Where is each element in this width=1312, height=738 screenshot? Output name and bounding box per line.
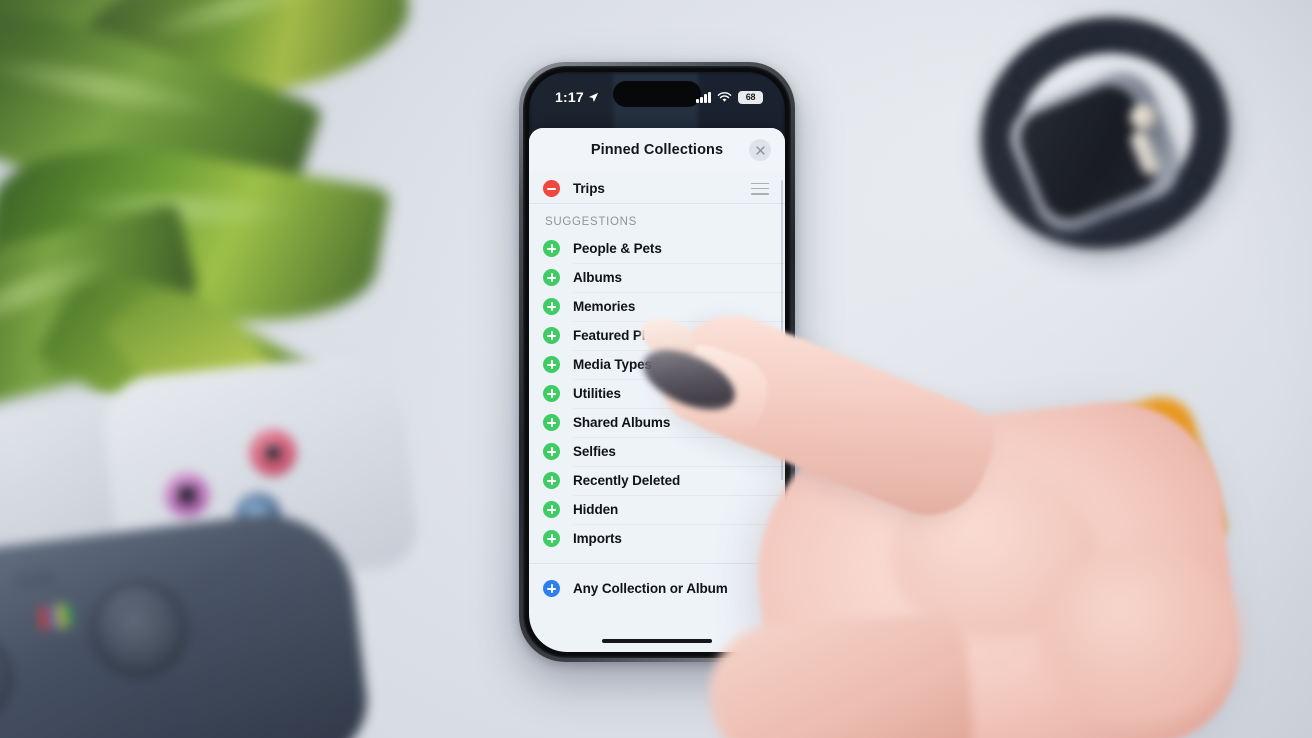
any-collection-row[interactable]: Any Collection or Album bbox=[529, 574, 785, 603]
list-item-label: Shared Albums bbox=[573, 415, 671, 430]
list-item[interactable]: Imports bbox=[529, 524, 785, 553]
controller-left-stick bbox=[0, 630, 13, 725]
controller-triangle-button bbox=[250, 430, 296, 476]
list-item-label: Utilities bbox=[573, 386, 621, 401]
plus-circle-icon[interactable] bbox=[543, 472, 560, 489]
battery-indicator: 68 bbox=[738, 90, 763, 104]
controller-square-button bbox=[165, 473, 209, 517]
hand-knuckle bbox=[1040, 545, 1240, 725]
status-time: 1:17 bbox=[555, 89, 599, 105]
drag-handle-icon[interactable] bbox=[751, 182, 769, 195]
watch-digital-crown bbox=[1126, 100, 1160, 134]
list-item[interactable]: Memories bbox=[529, 292, 785, 321]
controller-speaker-grille bbox=[13, 567, 59, 595]
scrollbar[interactable] bbox=[780, 180, 783, 480]
pinned-list: Trips bbox=[529, 172, 785, 203]
pinned-collections-sheet: Pinned Collections Trips SUGGESTIONS Peo… bbox=[529, 128, 785, 652]
plus-circle-icon[interactable] bbox=[543, 530, 560, 547]
list-item-label: Featured Photos bbox=[573, 328, 679, 343]
list-item[interactable]: Utilities bbox=[529, 379, 785, 408]
photo-scene: 1:17 68 Pinned Collections Trips SUGGEST… bbox=[0, 0, 1312, 738]
list-item[interactable]: Media Types bbox=[529, 350, 785, 379]
watch-band bbox=[950, 0, 1260, 281]
list-item[interactable]: Hidden bbox=[529, 495, 785, 524]
plus-circle-icon[interactable] bbox=[543, 443, 560, 460]
phone-bezel: 1:17 68 Pinned Collections Trips SUGGEST… bbox=[523, 66, 791, 658]
watch-case bbox=[1000, 62, 1190, 242]
iphone-device: 1:17 68 Pinned Collections Trips SUGGEST… bbox=[519, 62, 795, 662]
list-item[interactable]: Albums bbox=[529, 263, 785, 292]
list-item-label: Recently Deleted bbox=[573, 473, 681, 488]
watch-screen bbox=[1011, 77, 1167, 227]
minus-circle-icon[interactable] bbox=[543, 180, 560, 197]
status-bar: 1:17 68 bbox=[529, 72, 785, 112]
suggestions-list: People & Pets Albums Memories Featured P… bbox=[529, 234, 785, 553]
playstation-logo-icon bbox=[38, 602, 74, 632]
list-item[interactable]: Recently Deleted bbox=[529, 466, 785, 495]
close-button[interactable] bbox=[749, 139, 771, 161]
controller-cross-button bbox=[235, 493, 281, 539]
plus-circle-icon[interactable] bbox=[543, 385, 560, 402]
list-item-label: Selfies bbox=[573, 444, 616, 459]
list-item-label: Media Types bbox=[573, 357, 652, 372]
sheet-header: Pinned Collections bbox=[529, 128, 785, 172]
list-item[interactable]: Selfies bbox=[529, 437, 785, 466]
controller-right-stick bbox=[90, 580, 188, 678]
location-arrow-icon bbox=[588, 92, 598, 102]
status-indicators: 68 bbox=[696, 90, 763, 104]
plus-circle-icon[interactable] bbox=[543, 269, 560, 286]
plus-circle-icon[interactable] bbox=[543, 240, 560, 257]
list-item[interactable]: People & Pets bbox=[529, 234, 785, 263]
watch-side-button bbox=[1128, 128, 1162, 178]
wifi-icon bbox=[717, 91, 732, 102]
status-time-label: 1:17 bbox=[555, 89, 584, 105]
close-icon bbox=[755, 145, 765, 155]
list-item-label: People & Pets bbox=[573, 241, 662, 256]
list-item[interactable]: Shared Albums bbox=[529, 408, 785, 437]
pinned-row-label: Trips bbox=[573, 181, 605, 196]
list-item[interactable]: Featured Photos bbox=[529, 321, 785, 350]
orange-object bbox=[992, 389, 1228, 591]
hand-knuckle bbox=[890, 470, 1100, 640]
home-indicator[interactable] bbox=[602, 638, 712, 643]
plus-circle-icon[interactable] bbox=[543, 580, 560, 597]
list-item-label: Albums bbox=[573, 270, 622, 285]
pinned-row-trips[interactable]: Trips bbox=[529, 174, 785, 203]
houseplant bbox=[0, 0, 450, 500]
phone-screen: 1:17 68 Pinned Collections Trips SUGGEST… bbox=[529, 72, 785, 652]
plus-circle-icon[interactable] bbox=[543, 298, 560, 315]
footer-list: Any Collection or Album bbox=[529, 574, 785, 603]
suggestions-header: SUGGESTIONS bbox=[545, 216, 638, 228]
plus-circle-icon[interactable] bbox=[543, 356, 560, 373]
hand-fist bbox=[743, 391, 1247, 738]
watch-band-texture bbox=[953, 0, 1257, 279]
playstation-controller bbox=[0, 349, 421, 738]
sheet-body[interactable]: Trips SUGGESTIONS People & Pets Albums M… bbox=[529, 172, 785, 652]
plus-circle-icon[interactable] bbox=[543, 501, 560, 518]
sheet-title: Pinned Collections bbox=[590, 142, 724, 158]
apple-watch bbox=[950, 0, 1260, 281]
any-collection-label: Any Collection or Album bbox=[573, 581, 728, 596]
list-item-label: Imports bbox=[573, 531, 622, 546]
plus-circle-icon[interactable] bbox=[543, 414, 560, 431]
list-item-label: Hidden bbox=[573, 502, 619, 517]
signal-bars-icon bbox=[696, 91, 711, 103]
plus-circle-icon[interactable] bbox=[543, 327, 560, 344]
list-item-label: Memories bbox=[573, 299, 636, 314]
